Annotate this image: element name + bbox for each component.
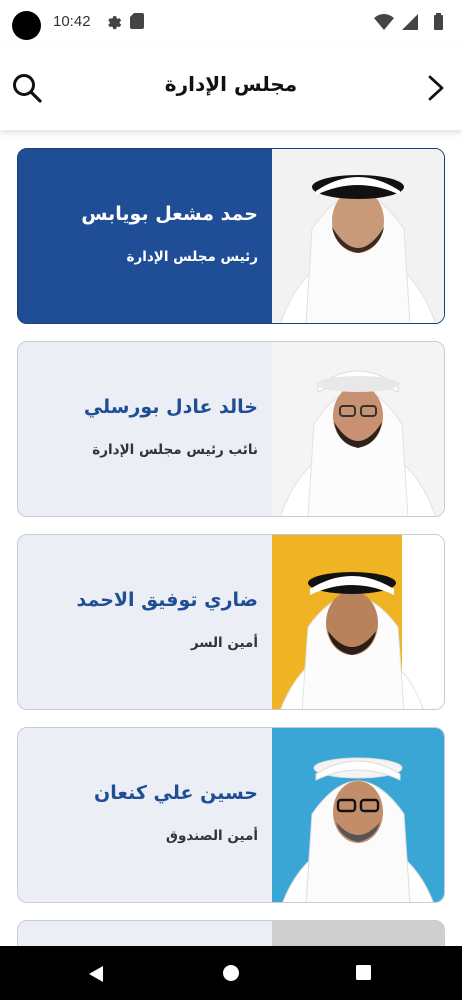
member-card[interactable]: حمد مشعل بويابس رئيس مجلس الإدارة	[17, 148, 445, 324]
recents-square-icon[interactable]	[355, 964, 372, 981]
member-role: أمين الصندوق	[165, 828, 258, 844]
member-photo	[272, 921, 444, 946]
person-portrait-icon	[272, 535, 444, 709]
member-role: رئيس مجلس الإدارة	[126, 249, 259, 265]
sd-card-icon	[130, 13, 144, 29]
member-photo	[272, 149, 444, 323]
back-triangle-icon[interactable]	[86, 964, 106, 984]
member-photo	[272, 535, 444, 709]
system-nav-bar	[0, 946, 462, 1000]
member-info: حمد مشعل بويابس رئيس مجلس الإدارة	[18, 149, 274, 323]
chevron-right-icon[interactable]	[424, 73, 448, 103]
member-role: نائب رئيس مجلس الإدارة	[92, 442, 258, 458]
member-card[interactable]: حسين علي كنعان أمين الصندوق	[17, 727, 445, 903]
member-card[interactable]: خالد عادل بورسلي نائب رئيس مجلس الإدارة	[17, 341, 445, 517]
member-photo	[272, 342, 444, 516]
person-portrait-icon	[272, 342, 444, 516]
member-photo	[272, 728, 444, 902]
members-list[interactable]: حمد مشعل بويابس رئيس مجلس الإدارة خالد ع…	[0, 130, 462, 946]
member-role: أمين السر	[190, 635, 258, 651]
member-card[interactable]	[17, 920, 445, 946]
battery-icon	[434, 13, 443, 30]
member-info: حسين علي كنعان أمين الصندوق	[18, 728, 274, 902]
connectivity-icons	[374, 13, 443, 30]
member-info: خالد عادل بورسلي نائب رئيس مجلس الإدارة	[18, 342, 274, 516]
status-bar: 10:42	[0, 0, 462, 46]
signal-icon	[402, 14, 418, 30]
wifi-icon	[374, 14, 394, 30]
camera-cutout	[12, 11, 41, 40]
member-name: حسين علي كنعان	[94, 782, 258, 804]
settings-icon	[108, 16, 122, 30]
app-bar: مجلس الإدارة	[0, 46, 462, 130]
page-title: مجلس الإدارة	[164, 72, 298, 96]
person-portrait-icon	[272, 149, 444, 323]
member-name: خالد عادل بورسلي	[83, 396, 258, 418]
member-name: حمد مشعل بويابس	[81, 203, 258, 225]
member-info: ضاري توفيق الاحمد أمين السر	[18, 535, 274, 709]
person-portrait-icon	[272, 728, 444, 902]
search-icon[interactable]	[10, 71, 44, 105]
member-name: ضاري توفيق الاحمد	[76, 589, 258, 611]
status-time: 10:42	[53, 13, 91, 30]
member-card[interactable]: ضاري توفيق الاحمد أمين السر	[17, 534, 445, 710]
home-circle-icon[interactable]	[222, 964, 240, 982]
